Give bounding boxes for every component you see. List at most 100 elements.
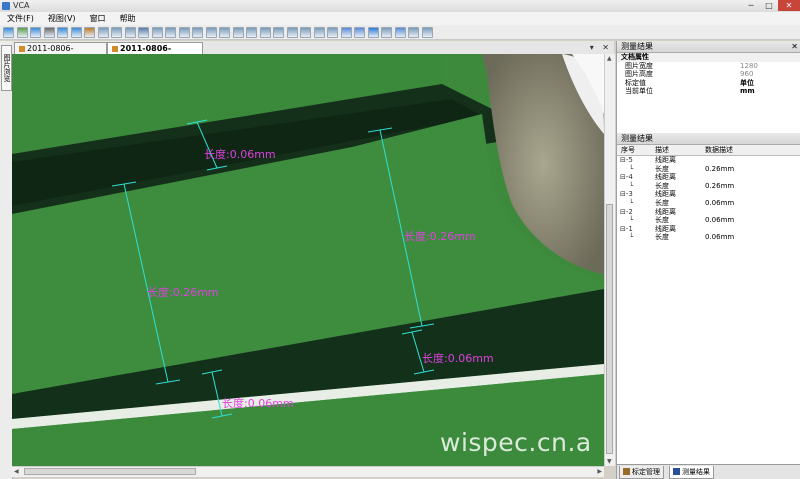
toolbar-button-7[interactable]	[84, 26, 95, 38]
minimize-button[interactable]: ─	[742, 0, 760, 11]
close-icon[interactable]: ✕	[791, 41, 798, 52]
result-row[interactable]: └ 长度 0.26mm	[617, 165, 800, 174]
toolbar	[0, 25, 800, 40]
toolbar-button-16[interactable]	[205, 26, 217, 38]
properties-panel-title: 测量结果	[621, 42, 653, 51]
result-row[interactable]: ⊟-2 线距离	[617, 208, 800, 217]
tab-calibration[interactable]: 标定管理	[619, 466, 664, 479]
menu-file[interactable]: 文件(F)	[0, 12, 41, 25]
results-panel-header: 测量结果	[617, 133, 800, 145]
property-row: 图片宽度 1280	[625, 61, 758, 70]
image-browser-tab[interactable]: 图片浏览	[1, 45, 12, 91]
toolbar-button-22[interactable]	[286, 26, 298, 38]
toolbar-button-13[interactable]	[165, 26, 176, 38]
toolbar-button-25[interactable]	[327, 26, 338, 38]
toolbar-button-24[interactable]	[313, 26, 325, 38]
scroll-left-icon[interactable]: ◀	[14, 467, 19, 476]
toolbar-button-12[interactable]	[151, 26, 163, 38]
document-tab-strip: 2011-0806-173520.jpg 2011-0806-173005.jp…	[12, 41, 614, 65]
toolbar-button-19[interactable]	[246, 26, 257, 38]
toolbar-button-18[interactable]	[232, 26, 244, 38]
toolbar-button-3[interactable]	[30, 26, 41, 38]
document-properties: 文档属性 图片宽度 1280 图片高度 960 标定值 单位 当前单位 mm	[617, 53, 800, 96]
maximize-button[interactable]: □	[760, 0, 778, 11]
toolbar-button-8[interactable]	[97, 26, 109, 38]
column-header-data[interactable]: 数据描述	[701, 145, 733, 155]
vertical-scrollbar[interactable]: ▲ ▼	[604, 54, 615, 466]
horizontal-scrollbar[interactable]: ◀ ▶	[12, 466, 604, 477]
watermark: wispec.cn.a	[440, 428, 592, 457]
image-file-icon	[112, 46, 118, 52]
measure-line-5	[211, 371, 223, 417]
tab-measure-results[interactable]: 测量结果	[669, 466, 714, 479]
toolbar-button-4[interactable]	[43, 26, 55, 38]
image-file-icon	[19, 46, 25, 52]
toolbar-button-32[interactable]	[421, 26, 433, 38]
window-title: VCA	[13, 1, 30, 10]
menu-view[interactable]: 视图(V)	[41, 12, 83, 25]
toolbar-button-6[interactable]	[70, 26, 82, 38]
measure-line-2	[123, 183, 169, 383]
result-row[interactable]: └ 长度 0.06mm	[617, 216, 800, 225]
measurement-overlay	[111, 119, 435, 419]
column-header-id[interactable]: 序号	[617, 145, 651, 155]
toolbar-button-1[interactable]	[3, 26, 14, 38]
toolbar-button-17[interactable]	[219, 26, 230, 38]
toolbar-button-31[interactable]	[408, 26, 419, 38]
scroll-down-icon[interactable]: ▼	[607, 457, 612, 466]
results-tree: ⊟-5 线距离 └ 长度 0.26mm ⊟-4 线距离 └ 长度 0.26mm ⊟-3 线距离 └ 长度 0…	[617, 156, 800, 242]
tab-controls[interactable]: ▾ ✕	[590, 41, 612, 54]
menu-help[interactable]: 帮助	[113, 12, 143, 25]
toolbar-button-5[interactable]	[57, 26, 68, 38]
menu-bar: 文件(F) 视图(V) 窗口 帮助	[0, 12, 800, 25]
result-row[interactable]: ⊟-1 线距离	[617, 225, 800, 234]
result-row[interactable]: ⊟-4 线距离	[617, 173, 800, 182]
toolbar-button-9[interactable]	[111, 26, 122, 38]
result-row[interactable]: ⊟-3 线距离	[617, 190, 800, 199]
measure-label-1: 长度:0.06mm	[204, 148, 276, 161]
tab-image-1[interactable]: 2011-0806-173520.jpg	[14, 42, 107, 65]
close-button[interactable]: ✕	[778, 0, 800, 11]
measure-label-4: 长度:0.06mm	[422, 352, 494, 365]
toolbar-button-15[interactable]	[192, 26, 203, 38]
toolbar-button-28[interactable]	[367, 26, 379, 38]
toolbar-button-21[interactable]	[273, 26, 284, 38]
toolbar-button-29[interactable]	[381, 26, 392, 38]
tab-image-2[interactable]: 2011-0806-173005.jpg	[107, 42, 203, 65]
result-row[interactable]: ⊟-5 线距离	[617, 156, 800, 165]
property-row: 当前单位 mm	[625, 87, 755, 95]
toolbar-button-14[interactable]	[178, 26, 190, 38]
image-canvas[interactable]: 长度:0.06mm 长度:0.26mm 长度:0.26mm 长度:0.06mm …	[12, 54, 604, 466]
toolbar-button-23[interactable]	[300, 26, 311, 38]
toolbar-button-10[interactable]	[124, 26, 136, 38]
property-row: 标定值 单位	[625, 78, 755, 87]
right-panel: 测量结果 ✕ 文档属性 图片宽度 1280 图片高度 960 标定值 单位 当前单位 m…	[616, 41, 800, 479]
app-icon	[2, 2, 10, 10]
results-panel-title: 测量结果	[621, 134, 653, 143]
menu-window[interactable]: 窗口	[83, 12, 113, 25]
scroll-up-icon[interactable]: ▲	[607, 54, 612, 63]
panel-bottom-tabs: 标定管理 测量结果	[617, 464, 800, 479]
horizontal-scroll-thumb[interactable]	[24, 468, 196, 475]
result-row[interactable]: └ 长度 0.26mm	[617, 182, 800, 191]
measure-label-2: 长度:0.26mm	[147, 286, 219, 299]
result-row[interactable]: └ 长度 0.06mm	[617, 199, 800, 208]
column-header-desc[interactable]: 描述	[651, 145, 701, 155]
scroll-right-icon[interactable]: ▶	[597, 467, 602, 476]
results-table-header: 序号 描述 数据描述	[617, 145, 800, 156]
properties-group: 文档属性	[617, 53, 800, 62]
toolbar-button-27[interactable]	[354, 26, 365, 38]
toolbar-button-20[interactable]	[259, 26, 271, 38]
vertical-scroll-thumb[interactable]	[606, 204, 613, 454]
toolbar-button-11[interactable]	[138, 26, 149, 38]
results-icon	[673, 468, 680, 475]
toolbar-button-30[interactable]	[394, 26, 406, 38]
measure-label-3: 长度:0.26mm	[404, 230, 476, 243]
result-row[interactable]: └ 长度 0.06mm	[617, 233, 800, 242]
properties-panel-header: 测量结果 ✕	[617, 41, 800, 53]
property-row: 图片高度 960	[625, 70, 754, 78]
toolbar-button-2[interactable]	[16, 26, 28, 38]
calibration-icon	[623, 468, 630, 475]
measure-label-5: 长度:0.06mm	[222, 397, 294, 410]
toolbar-button-26[interactable]	[340, 26, 352, 38]
